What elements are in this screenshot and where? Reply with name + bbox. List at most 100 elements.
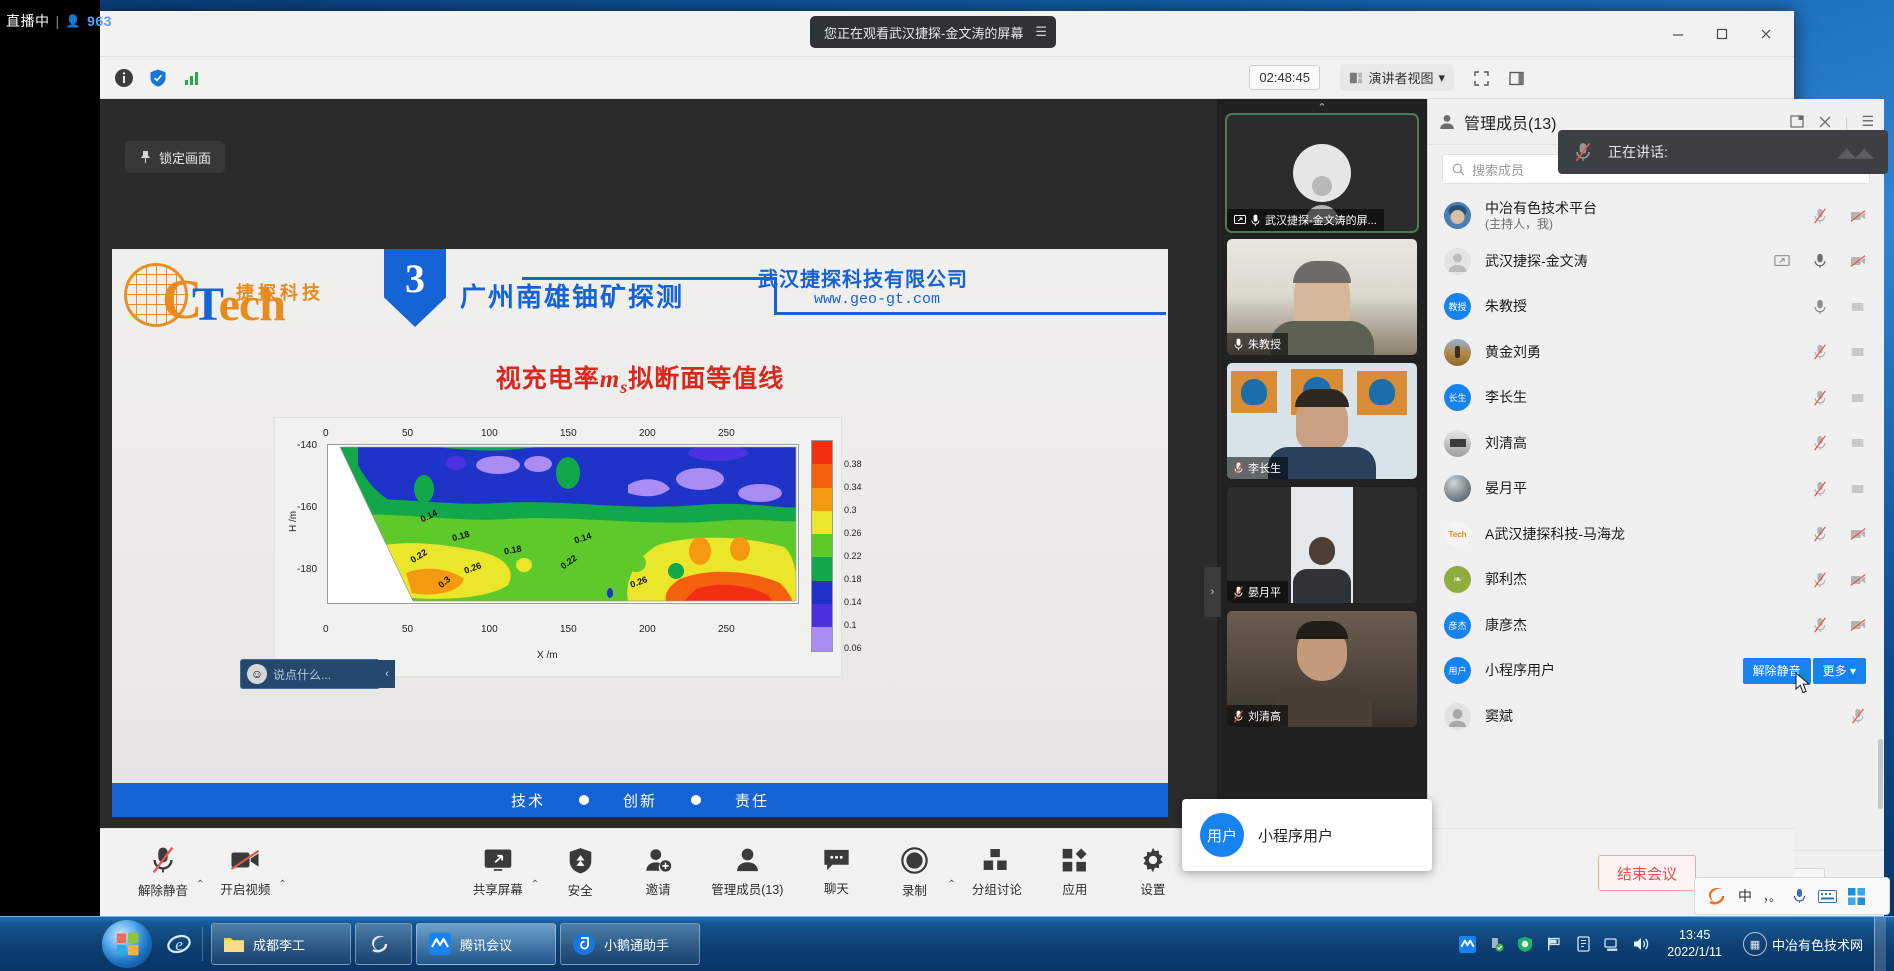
mic-off-icon bbox=[1234, 461, 1243, 475]
panel-scrollbar[interactable] bbox=[1878, 739, 1883, 809]
taskbar-item-sogou[interactable] bbox=[355, 923, 412, 965]
shield-icon[interactable] bbox=[144, 64, 172, 92]
windows-start-orb[interactable] bbox=[102, 920, 152, 968]
fullscreen-icon[interactable] bbox=[1468, 65, 1494, 91]
usb-icon[interactable] bbox=[1487, 935, 1505, 953]
mic-off-icon[interactable] bbox=[1812, 435, 1828, 451]
participant-name: 李长生 bbox=[1485, 389, 1527, 405]
chart-title-symbol: m bbox=[599, 366, 621, 393]
mic-on-icon[interactable] bbox=[1812, 299, 1828, 315]
table-row[interactable]: 黄金刘勇 bbox=[1428, 330, 1884, 376]
notes-icon[interactable] bbox=[1574, 935, 1592, 953]
table-row[interactable]: 武汉捷探-金文涛 bbox=[1428, 239, 1884, 285]
mic-off-icon[interactable] bbox=[1812, 526, 1828, 542]
mic-off-icon[interactable] bbox=[1812, 572, 1828, 588]
info-icon[interactable] bbox=[110, 64, 138, 92]
participant-name: 朱教授 bbox=[1485, 298, 1527, 314]
table-row[interactable]: 长生 李长生 bbox=[1428, 375, 1884, 421]
cam-gray-icon[interactable] bbox=[1850, 344, 1866, 360]
lock-screen-button[interactable]: 锁定画面 bbox=[125, 141, 226, 173]
mic-icon[interactable] bbox=[1792, 888, 1807, 904]
hamburger-icon[interactable]: ☰ bbox=[1861, 113, 1874, 130]
show-desktop-button[interactable] bbox=[1874, 916, 1886, 971]
cam-gray-icon[interactable] bbox=[1850, 435, 1866, 451]
maximize-button[interactable] bbox=[1700, 11, 1744, 57]
ie-icon[interactable]: e bbox=[164, 929, 194, 959]
table-row[interactable]: ❧ 郭利杰 bbox=[1428, 557, 1884, 603]
table-row[interactable]: 窦斌 bbox=[1428, 694, 1884, 740]
ime-punctuation-toggle[interactable]: ，。 bbox=[1763, 888, 1781, 905]
cam-off-icon[interactable] bbox=[1850, 572, 1866, 588]
sogou-icon[interactable] bbox=[1705, 885, 1727, 907]
toolbar-share-screen[interactable]: 共享屏幕 bbox=[459, 829, 537, 917]
mic-on-icon[interactable] bbox=[1812, 253, 1828, 269]
taskbar-clock[interactable]: 13:45 2022/1/11 bbox=[1667, 927, 1722, 961]
minimize-button[interactable] bbox=[1656, 11, 1700, 57]
cam-off-icon[interactable] bbox=[1850, 208, 1866, 224]
video-tile[interactable]: 李长生 bbox=[1227, 363, 1417, 479]
table-row[interactable]: Tech A武汉捷探科技-马海龙 bbox=[1428, 512, 1884, 558]
mic-off-icon[interactable] bbox=[1812, 208, 1828, 224]
cam-gray-icon[interactable] bbox=[1850, 299, 1866, 315]
side-panel-icon[interactable] bbox=[1503, 65, 1529, 91]
video-tile[interactable]: 武汉捷探-金文涛的屏... bbox=[1225, 113, 1419, 233]
ime-language-toggle[interactable]: 中 bbox=[1738, 886, 1752, 906]
popout-icon[interactable] bbox=[1790, 114, 1805, 129]
toolbar-manage-participants[interactable]: 管理成员(13) bbox=[697, 829, 797, 917]
table-row[interactable]: 用户 小程序用户 解除静音 更多 ▾ bbox=[1428, 648, 1884, 694]
tencent-meeting-icon[interactable] bbox=[1458, 935, 1476, 953]
table-row[interactable]: 教授 朱教授 bbox=[1428, 284, 1884, 330]
toolbar-chat[interactable]: 聊天 bbox=[797, 829, 875, 917]
close-button[interactable] bbox=[1744, 11, 1788, 57]
more-button[interactable]: 更多 ▾ bbox=[1812, 657, 1866, 684]
filmstrip-scroll-up[interactable]: ⌃ bbox=[1217, 99, 1427, 115]
quick-chat-input[interactable]: ☺ 说点什么... ‹ bbox=[240, 659, 395, 689]
mic-off-icon[interactable] bbox=[1850, 708, 1866, 724]
taskbar-item-tencent-meeting[interactable]: 腾讯会议 bbox=[416, 923, 556, 965]
mic-off-icon[interactable] bbox=[1812, 390, 1828, 406]
video-tile[interactable]: 刘清高 bbox=[1227, 611, 1417, 727]
hamburger-icon[interactable]: ☰ bbox=[1035, 24, 1048, 40]
keyboard-icon[interactable] bbox=[1818, 889, 1838, 903]
grid-icon[interactable] bbox=[1848, 887, 1866, 905]
toolbar-start-video[interactable]: 开启视频 bbox=[206, 829, 284, 917]
mic-off-icon[interactable] bbox=[1812, 617, 1828, 633]
toolbar-record[interactable]: 录制 bbox=[875, 829, 953, 917]
toolbar-apps[interactable]: 应用 bbox=[1036, 829, 1114, 917]
table-row[interactable]: 中冶有色技术平台 (主持人，我) bbox=[1428, 193, 1884, 239]
close-icon[interactable] bbox=[1818, 115, 1832, 129]
flag-icon[interactable] bbox=[1545, 935, 1563, 953]
taskbar-item-xiaoetong[interactable]: 小鹅通助手 bbox=[560, 923, 700, 965]
table-row[interactable]: 刘清高 bbox=[1428, 421, 1884, 467]
cam-off-icon[interactable] bbox=[1850, 617, 1866, 633]
cam-gray-icon[interactable] bbox=[1850, 481, 1866, 497]
participant-name-block: 康彦杰 bbox=[1485, 617, 1527, 635]
screen-share-icon[interactable] bbox=[1774, 253, 1790, 269]
mic-off-icon[interactable] bbox=[1812, 344, 1828, 360]
toolbar-unmute[interactable]: 解除静音 bbox=[124, 829, 202, 917]
slide-footer: 技术 创新 责任 bbox=[112, 783, 1168, 817]
cam-off-icon[interactable] bbox=[1850, 526, 1866, 542]
security-icon[interactable] bbox=[1516, 935, 1534, 953]
toolbar-invite[interactable]: 邀请 bbox=[619, 829, 697, 917]
search-icon bbox=[1452, 163, 1465, 175]
toolbar-settings[interactable]: 设置 bbox=[1114, 829, 1192, 917]
smiley-icon[interactable]: ☺ bbox=[247, 664, 267, 684]
volume-icon[interactable] bbox=[1632, 935, 1650, 953]
toolbar-security[interactable]: 安全 bbox=[541, 829, 619, 917]
video-tile[interactable]: 晏月平 bbox=[1227, 487, 1417, 603]
collapse-chat-icon[interactable]: ‹ bbox=[379, 660, 395, 688]
table-row[interactable]: 彦杰 康彦杰 bbox=[1428, 603, 1884, 649]
view-mode-selector[interactable]: 演讲者视图 ▾ bbox=[1340, 64, 1454, 91]
toolbar-breakout-rooms[interactable]: 分组讨论 bbox=[958, 829, 1036, 917]
video-tile[interactable]: 朱教授 bbox=[1227, 239, 1417, 355]
filmstrip-collapse-handle[interactable]: › bbox=[1204, 567, 1221, 617]
taskbar-item-folder[interactable]: 成都李工 bbox=[211, 923, 351, 965]
end-meeting-button[interactable]: 结束会议 bbox=[1597, 855, 1696, 891]
network-icon[interactable] bbox=[1603, 935, 1621, 953]
cam-gray-icon[interactable] bbox=[1850, 390, 1866, 406]
signal-bars-icon[interactable] bbox=[178, 64, 206, 92]
table-row[interactable]: 晏月平 bbox=[1428, 466, 1884, 512]
cam-off-icon[interactable] bbox=[1850, 253, 1866, 269]
mic-off-icon[interactable] bbox=[1812, 481, 1828, 497]
